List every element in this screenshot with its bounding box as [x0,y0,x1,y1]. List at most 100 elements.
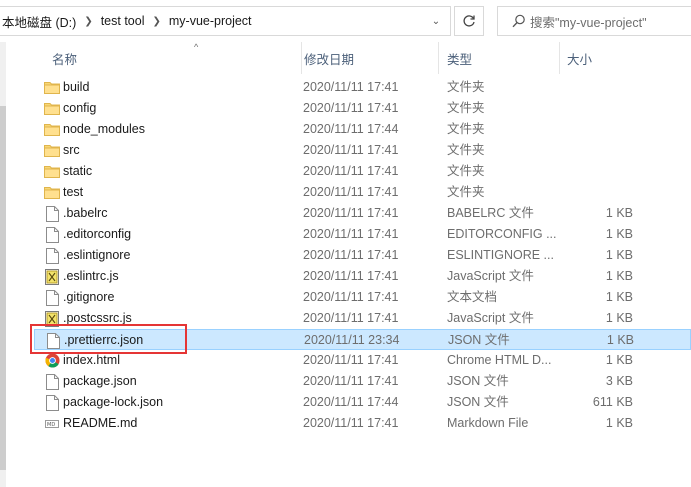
breadcrumb-project[interactable]: my-vue-project [167,7,254,35]
file-row[interactable]: index.html 2020/11/11 17:41 Chrome HTML D.… [34,350,691,371]
file-type: 文件夹 [447,164,485,178]
file-icon [46,332,60,349]
file-row[interactable]: .postcssrc.js 2020/11/11 17:41 JavaScript … [34,308,691,329]
file-name: src [63,143,80,157]
file-type: 文件夹 [447,80,485,94]
file-name: static [63,164,93,178]
file-type-icon [43,119,61,140]
file-modified-date: 2020/11/11 17:41 [303,248,399,262]
toolbar: 本地磁盘 (D:) ❯ test tool ❯ my-vue-project ⌄… [0,0,691,42]
file-size [559,161,633,182]
file-size: 1 KB [605,269,633,283]
file-type: 文件夹 [447,122,485,136]
nav-scrollbar-thumb[interactable] [0,106,6,470]
file-row[interactable]: build 2020/11/11 17:41 文件夹 [34,77,691,98]
file-type: 文件夹 [447,101,485,115]
file-modified-date: 2020/11/11 17:41 [303,353,399,367]
file-icon [45,289,59,306]
column-name[interactable]: 名称 [44,42,302,74]
file-type-icon [43,392,61,413]
file-name: test [63,185,84,199]
breadcrumb-drive[interactable]: 本地磁盘 (D:) [0,7,78,35]
file-row[interactable]: node_modules 2020/11/11 17:44 文件夹 [34,119,691,140]
file-modified-date: 2020/11/11 17:41 [303,416,399,430]
file-modified-date: 2020/11/11 17:41 [303,185,399,199]
file-size [559,140,633,161]
file-name: .postcssrc.js [63,311,132,325]
file-row[interactable]: src 2020/11/11 17:41 文件夹 [34,140,691,161]
search-input[interactable]: 搜索"my-vue-project" [530,12,647,31]
file-row[interactable]: package.json 2020/11/11 17:41 JSON 文件 3 KB [34,371,691,392]
file-size: 1 KB [605,353,633,367]
file-type: 文件夹 [447,143,485,157]
file-name: node_modules [63,122,146,136]
file-type-icon [43,266,61,287]
file-name: package.json [63,374,137,388]
file-size: 1 KB [605,206,633,220]
folder-icon [44,124,60,136]
file-modified-date: 2020/11/11 17:41 [303,227,399,241]
folder-icon [44,82,60,94]
svg-text:MD: MD [47,422,55,428]
folder-icon [44,145,60,157]
chevron-down-icon[interactable]: ⌄ [428,7,444,35]
file-name: .babelrc [63,206,108,220]
file-size: 1 KB [605,248,633,262]
file-size: 1 KB [605,290,633,304]
chevron-right-icon[interactable]: ❯ [146,16,166,27]
file-name: .prettierrc.json [64,333,144,347]
file-size [559,119,633,140]
breadcrumb-test-tool[interactable]: test tool [99,7,147,35]
file-type-icon [43,203,61,224]
file-type: JavaScript 文件 [447,269,534,283]
column-type[interactable]: 类型 [439,42,559,74]
file-modified-date: 2020/11/11 17:41 [303,143,399,157]
file-name: index.html [63,353,120,367]
file-type: JavaScript 文件 [447,311,534,325]
file-type-icon [43,140,61,161]
file-type: JSON 文件 [447,374,509,388]
folder-icon [44,187,60,199]
file-modified-date: 2020/11/11 17:41 [303,101,399,115]
file-size: 611 KB [592,395,633,409]
file-modified-date: 2020/11/11 17:41 [303,206,399,220]
file-size [559,77,633,98]
column-date[interactable]: 修改日期 [296,42,438,74]
file-row[interactable]: .eslintignore 2020/11/11 17:41 ESLINTIGNOR… [34,245,691,266]
file-type-icon [44,330,62,351]
file-row[interactable]: static 2020/11/11 17:41 文件夹 [34,161,691,182]
file-row[interactable]: package-lock.json 2020/11/11 17:44 JSON 文件… [34,392,691,413]
file-type-icon [43,287,61,308]
refresh-button[interactable] [454,6,484,36]
file-name: .editorconfig [63,227,132,241]
column-size[interactable]: 大小 [559,42,639,74]
file-name: .eslintignore [63,248,131,262]
file-type-icon [43,350,61,371]
file-type-icon [43,371,61,392]
file-size: 1 KB [606,333,634,347]
address-bar[interactable]: 本地磁盘 (D:) ❯ test tool ❯ my-vue-project ⌄ [0,6,451,36]
search-box[interactable]: 搜索"my-vue-project" [497,6,691,36]
file-name: README.md [63,416,138,430]
file-row[interactable]: test 2020/11/11 17:41 文件夹 [34,182,691,203]
file-row[interactable]: MD README.md 2020/11/11 17:41 Markdown File… [34,413,691,434]
file-modified-date: 2020/11/11 17:41 [303,164,399,178]
file-name: .gitignore [63,290,115,304]
file-modified-date: 2020/11/11 17:41 [303,269,399,283]
file-row[interactable]: .eslintrc.js 2020/11/11 17:41 JavaScript 文… [34,266,691,287]
file-row[interactable]: .gitignore 2020/11/11 17:41 文本文档 1 KB [34,287,691,308]
file-size [559,182,633,203]
file-icon [45,205,59,222]
file-modified-date: 2020/11/11 17:41 [303,311,399,325]
file-icon [45,247,59,264]
file-type: 文本文档 [447,290,498,304]
file-type-icon [43,98,61,119]
file-row[interactable]: .prettierrc.json 2020/11/11 23:34 JSON 文件 1… [34,329,691,350]
chevron-right-icon[interactable]: ❯ [78,16,98,27]
file-row[interactable]: .editorconfig 2020/11/11 17:41 EDITORCONFI… [34,224,691,245]
file-row[interactable]: config 2020/11/11 17:41 文件夹 [34,98,691,119]
file-icon [45,226,59,243]
file-type: EDITORCONFIG ... [447,227,557,241]
file-modified-date: 2020/11/11 17:44 [303,395,399,409]
file-row[interactable]: .babelrc 2020/11/11 17:41 BABELRC 文件 1 KB [34,203,691,224]
